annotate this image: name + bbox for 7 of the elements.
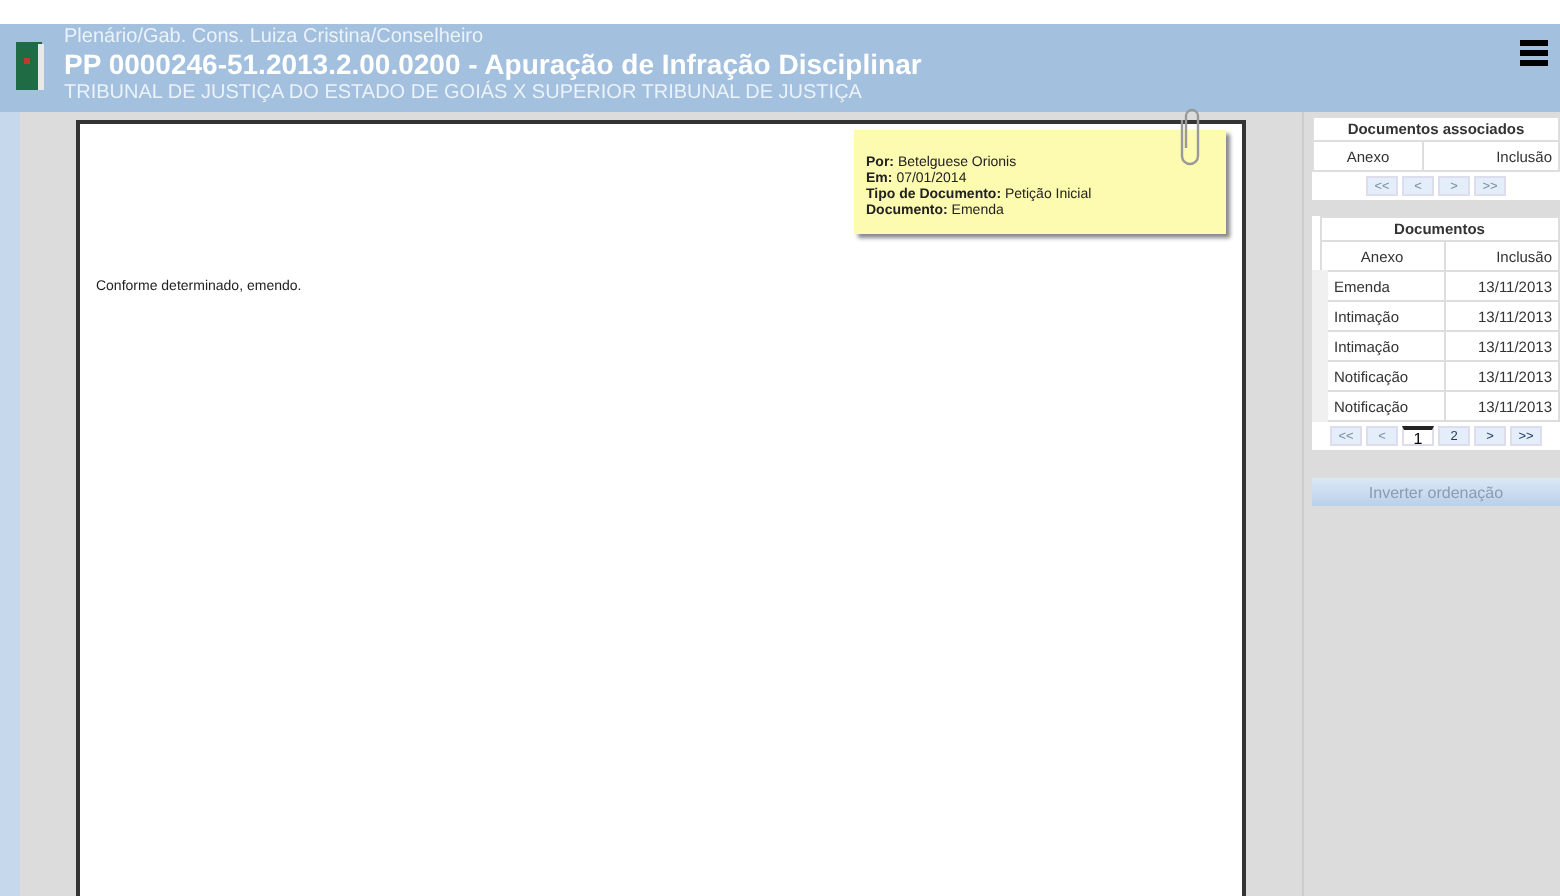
page-button[interactable]: 1 (1402, 426, 1434, 446)
page-subtitle: TRIBUNAL DE JUSTIÇA DO ESTADO DE GOIÁS X SUPERIOR TRIBUNAL DE JUSTIÇA (64, 82, 864, 104)
page-title: PP 0000246-51.2013.2.00.0200 - Apuração de Infração Disciplinar (64, 48, 924, 80)
breadcrumb: Plenário/Gab. Cons. Luiza Cristina/Conselheiro (64, 26, 486, 48)
menu-icon[interactable] (1520, 40, 1548, 68)
book-icon (16, 40, 44, 92)
paperclip-icon (1178, 108, 1202, 168)
